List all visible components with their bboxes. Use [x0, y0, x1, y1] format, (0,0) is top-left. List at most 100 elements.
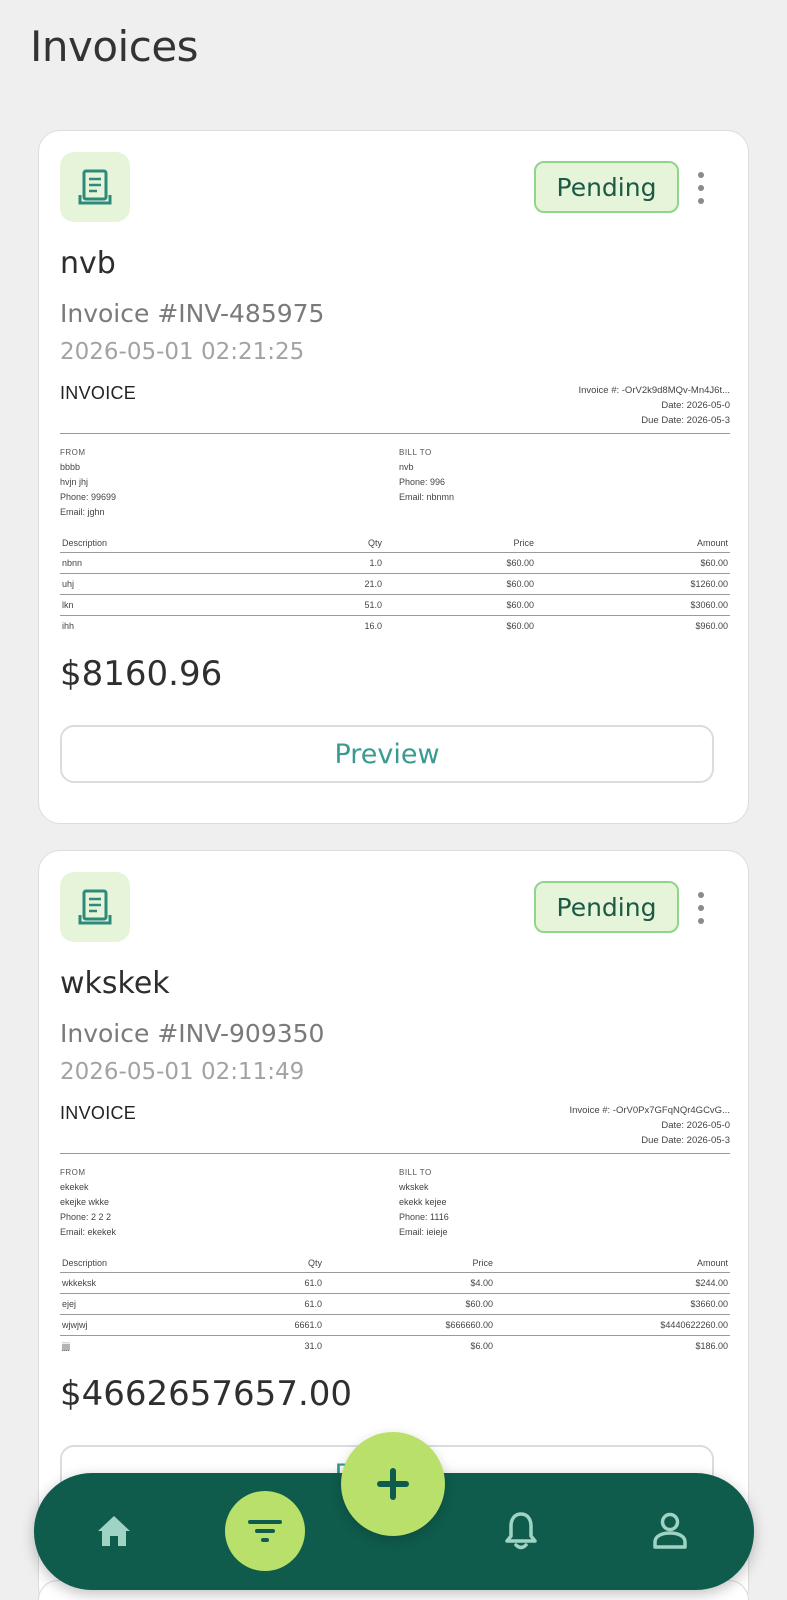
table-header-row: Description Qty Price Amount	[60, 1253, 730, 1273]
cell-price: $60.00	[506, 579, 534, 589]
from-line: Email: jghn	[60, 507, 105, 517]
page-title: Invoices	[30, 22, 199, 71]
cell-qty: 61.0	[304, 1299, 322, 1309]
divider	[60, 433, 730, 434]
document-invoice-id: Invoice #: -OrV0Px7GFqNQr4GCvG...	[569, 1105, 731, 1116]
cell-price: $6.00	[470, 1341, 493, 1351]
from-label: FROM	[60, 1168, 86, 1177]
document-meta: Invoice #: -OrV0Px7GFqNQr4GCvG... Date: …	[430, 1103, 731, 1148]
table-row: ejej 61.0 $60.00 $3660.00	[60, 1294, 730, 1315]
table-row: lkn 51.0 $60.00 $3060.00	[60, 595, 730, 616]
from-line: hvjn jhj	[60, 477, 89, 487]
bill-to-line: nvb	[399, 462, 414, 472]
table-row: ihh 16.0 $60.00 $960.00	[60, 616, 730, 637]
table-row: uhj 21.0 $60.00 $1260.00	[60, 574, 730, 595]
column-header: Price	[513, 538, 534, 548]
bill-to-block: BILL TO nvb Phone: 996 Email: nbnmn	[399, 445, 454, 505]
invoice-total: $8160.96	[60, 654, 223, 694]
add-invoice-button[interactable]	[341, 1432, 445, 1536]
cell-description: ihh	[62, 621, 75, 631]
table-row: nbnn 1.0 $60.00 $60.00	[60, 553, 730, 574]
document-due-date: Due Date: 2026-05-3	[641, 415, 730, 426]
column-header: Price	[472, 1258, 493, 1268]
from-label: FROM	[60, 448, 86, 457]
customer-name: wkskek	[60, 966, 170, 1001]
document-date: Date: 2026-05-0	[661, 1120, 730, 1131]
column-header: Description	[62, 1258, 108, 1268]
cell-description: jjjj	[62, 1341, 70, 1351]
cell-price: $60.00	[506, 621, 534, 631]
document-title: INVOICE	[60, 383, 137, 403]
invoice-number: Invoice #INV-485975	[60, 299, 325, 328]
from-line: bbbb	[60, 462, 81, 472]
more-options-icon[interactable]	[689, 888, 713, 928]
document-title: INVOICE	[60, 1103, 137, 1123]
bell-icon[interactable]	[481, 1491, 561, 1571]
column-header: Qty	[307, 1258, 322, 1268]
column-header: Amount	[696, 1258, 728, 1268]
from-line: Email: ekekek	[60, 1227, 117, 1237]
invoice-datetime: 2026-05-01 02:21:25	[60, 339, 305, 365]
cell-qty: 21.0	[364, 579, 382, 589]
bill-to-line: Email: ieieje	[399, 1227, 448, 1237]
from-line: ekejke wkke	[60, 1197, 110, 1207]
cell-amount: $960.00	[695, 621, 728, 631]
divider	[60, 1153, 730, 1154]
home-icon[interactable]	[74, 1491, 154, 1571]
invoice-document-preview: INVOICE Invoice #: -OrV0Px7GFqNQr4GCvG..…	[60, 1103, 730, 1365]
preview-button[interactable]: Preview	[60, 725, 714, 783]
more-options-icon[interactable]	[689, 168, 713, 208]
cell-amount: $244.00	[695, 1278, 728, 1288]
cell-price: $60.00	[506, 600, 534, 610]
bill-to-line: wkskek	[399, 1182, 429, 1192]
cell-description: wkkeksk	[62, 1278, 97, 1288]
cell-price: $666660.00	[445, 1320, 493, 1330]
invoice-card[interactable]: Pending nvb Invoice #INV-485975 2026-05-…	[38, 130, 749, 824]
cell-price: $60.00	[506, 558, 534, 568]
cell-amount: $1260.00	[690, 579, 728, 589]
table-header-row: Description Qty Price Amount	[60, 533, 730, 553]
document-invoice-id: Invoice #: -OrV2k9d8MQv-Mn4J6t...	[578, 385, 730, 396]
cell-description: lkn	[62, 600, 74, 610]
line-items-table: Description Qty Price Amount wkkeksk 61.…	[60, 1253, 730, 1357]
from-block: FROM bbbb hvjn jhj Phone: 99699 Email: j…	[60, 445, 116, 520]
table-row: jjjj 31.0 $6.00 $186.00	[60, 1336, 730, 1357]
column-header: Description	[62, 538, 108, 548]
cell-amount: $3660.00	[690, 1299, 728, 1309]
from-line: ekekek	[60, 1182, 89, 1192]
column-header: Amount	[696, 538, 728, 548]
cell-qty: 1.0	[369, 558, 382, 568]
bill-to-line: Phone: 1116	[399, 1212, 449, 1222]
bill-to-block: BILL TO wkskek ekekk kejee Phone: 1116 E…	[399, 1165, 449, 1240]
from-line: Phone: 2 2 2	[60, 1212, 112, 1222]
receipt-icon	[60, 872, 130, 942]
from-line: Phone: 99699	[60, 492, 117, 502]
cell-qty: 61.0	[304, 1278, 322, 1288]
cell-description: wjwjwj	[62, 1320, 88, 1330]
invoice-total: $4662657657.00	[60, 1374, 353, 1414]
bill-to-label: BILL TO	[399, 1168, 432, 1177]
document-meta: Invoice #: -OrV2k9d8MQv-Mn4J6t... Date: …	[430, 383, 730, 428]
profile-icon[interactable]	[630, 1491, 710, 1571]
cell-amount: $4440622260.00	[660, 1320, 728, 1330]
cell-amount: $186.00	[695, 1341, 728, 1351]
bill-to-line: ekekk kejee	[399, 1197, 447, 1207]
customer-name: nvb	[60, 246, 116, 281]
cell-qty: 51.0	[364, 600, 382, 610]
cell-description: uhj	[62, 579, 75, 589]
receipt-icon	[60, 152, 130, 222]
invoice-number: Invoice #INV-909350	[60, 1019, 325, 1048]
cell-price: $60.00	[465, 1299, 493, 1309]
table-row: wjwjwj 6661.0 $666660.00 $4440622260.00	[60, 1315, 730, 1336]
bill-to-label: BILL TO	[399, 448, 432, 457]
cell-amount: $60.00	[700, 558, 728, 568]
cell-description: nbnn	[62, 558, 83, 568]
document-date: Date: 2026-05-0	[661, 400, 730, 411]
invoice-document-preview: INVOICE Invoice #: -OrV2k9d8MQv-Mn4J6t..…	[60, 383, 730, 645]
bill-to-line: Phone: 996	[399, 477, 446, 487]
cell-qty: 6661.0	[294, 1320, 322, 1330]
filter-icon[interactable]	[225, 1491, 305, 1571]
status-badge: Pending	[534, 161, 679, 213]
column-header: Qty	[367, 538, 382, 548]
bill-to-line: Email: nbnmn	[399, 492, 455, 502]
